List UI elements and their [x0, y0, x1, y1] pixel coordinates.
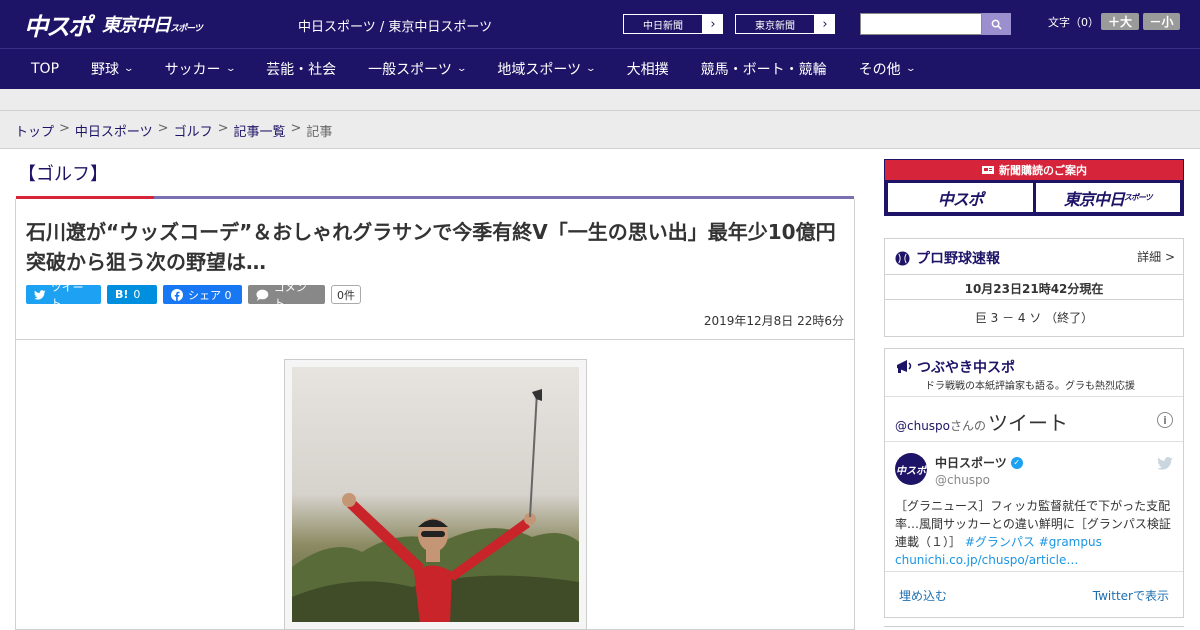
breadcrumb-item[interactable]: トップ [15, 121, 54, 140]
divider [885, 396, 1183, 397]
newspaper-icon [982, 166, 994, 174]
nav-item-8[interactable]: その他 ⌄ [843, 59, 931, 79]
megaphone-icon [897, 360, 912, 373]
tweets-handle[interactable]: @chuspo [895, 419, 950, 433]
tweet-hashtags[interactable]: #グランパス #grampus [965, 535, 1102, 549]
chevron-down-icon: ⌄ [904, 64, 917, 74]
twitter-bird-icon[interactable] [1157, 455, 1173, 474]
ad-heading: 新聞購読のご案内 [885, 160, 1183, 180]
breadcrumb-item[interactable]: 中日スポーツ [75, 121, 153, 140]
chevron-down-icon: ⌄ [455, 64, 468, 74]
pro-baseball-title: プロ野球速報 [895, 248, 1000, 268]
nav-item-2[interactable]: サッカー ⌄ [149, 59, 251, 79]
breadcrumb-item[interactable]: ゴルフ [174, 121, 213, 140]
search-input[interactable] [860, 13, 982, 35]
nav-item-6[interactable]: 大相撲 [611, 59, 685, 79]
tweets-subtitle: ドラ戦戦の本紙評論家も語る。グラも熱烈応援 [925, 381, 1135, 392]
chevron-down-icon: ⌄ [123, 64, 135, 74]
main-nav: TOP 野球 ⌄ サッカー ⌄ 芸能・社会 一般スポーツ ⌄ 地域スポーツ ⌄ 大相撲 競馬・ボート・… [0, 48, 1200, 89]
text-size-bigger-button[interactable]: ＋大 [1101, 13, 1139, 30]
pro-baseball-box: プロ野球速報 詳細 > 10月23日21時42分現在 巨 3 － 4 ソ （終了… [884, 238, 1184, 337]
breadcrumb-item: 記事 [306, 125, 333, 140]
tweet-text: ［グラニュース］フィッカ監督就任で下がった支配率…風間サッカーとの違い鮮明に［グ… [895, 499, 1171, 567]
nav-item-7[interactable]: 競馬・ボート・競輪 [685, 59, 843, 79]
publish-date: 2019年12月8日 22時6分 [703, 314, 844, 328]
divider [885, 299, 1183, 300]
article-headline: 石川遼が“ウッズコーデ”＆おしゃれグラサンで今季有終V「一生の思い出」最年少10… [26, 220, 836, 274]
logo-tokyo-chunichi: 東京中日スポーツ [102, 15, 203, 36]
site-names[interactable]: 中日スポーツ / 東京中日スポーツ [298, 16, 492, 35]
breadcrumb-separator: > [217, 121, 229, 136]
logo-chuspo: 中スポ [24, 12, 92, 41]
facebook-icon [171, 288, 183, 301]
chevron-right-icon: › [815, 14, 835, 34]
breadcrumb-separator: > [290, 121, 302, 136]
divider [0, 110, 1200, 111]
divider [15, 339, 855, 340]
breadcrumb-item[interactable]: 記事一覧 [234, 121, 286, 140]
hatena-icon: B! [115, 288, 129, 301]
category-heading[interactable]: 【ゴルフ】 [18, 160, 108, 186]
breadcrumb-separator: > [157, 121, 169, 136]
chevron-right-icon: › [703, 14, 723, 34]
tokyo-shimbun-button[interactable]: 東京新聞 › [734, 13, 836, 35]
tweet-button[interactable]: ツイート [26, 281, 101, 310]
baseball-detail-link[interactable]: 詳細 > [1137, 248, 1175, 265]
tweet-link[interactable]: chunichi.co.jp/chuspo/article… [895, 553, 1078, 567]
ad-logo-tokyo-chunichi[interactable]: 東京中日 スポーツ [1035, 183, 1180, 212]
comment-button[interactable]: コメント [248, 281, 325, 310]
article-photo-frame [284, 359, 587, 630]
facebook-share-button[interactable]: シェア 0 [163, 285, 242, 304]
site-logo[interactable]: 中スポ 東京中日スポーツ [24, 9, 203, 41]
ad-logo-chuspo[interactable]: 中スポ [888, 183, 1033, 212]
chevron-down-icon: ⌄ [585, 64, 597, 74]
baseball-score[interactable]: 巨 3 － 4 ソ （終了） [885, 309, 1183, 326]
info-icon[interactable]: i [1157, 412, 1173, 428]
verified-badge-icon: ✓ [1010, 456, 1023, 469]
embed-link[interactable]: 埋め込む [899, 587, 947, 604]
nav-item-0[interactable]: TOP [15, 61, 75, 77]
hatena-bookmark-button[interactable]: B! 0 [107, 285, 157, 304]
nav-item-1[interactable]: 野球 ⌄ [75, 59, 149, 79]
breadcrumb-separator: > [59, 121, 70, 136]
chevron-down-icon: ⌄ [224, 64, 236, 74]
divider [885, 441, 1183, 442]
avatar[interactable]: 中スポ [895, 453, 927, 485]
article-photo[interactable] [292, 367, 579, 622]
golfer-illustration [292, 389, 579, 622]
chunichi-shimbun-button[interactable]: 中日新聞 › [622, 13, 724, 35]
text-size-smaller-button[interactable]: －小 [1143, 13, 1180, 30]
top-header: 中スポ 東京中日スポーツ 中日スポーツ / 東京中日スポーツ 中日新聞 › 東京… [0, 0, 1200, 48]
text-size-label: 文字（0） [1048, 16, 1099, 29]
view-on-twitter-link[interactable]: Twitterで表示 [1093, 587, 1169, 604]
baseball-timestamp: 10月23日21時42分現在 [964, 282, 1104, 296]
twitter-widget: つぶやき中スポ ドラ戦戦の本紙評論家も語る。グラも熱烈応援 @chuspo さん… [884, 348, 1184, 618]
baseball-icon [895, 250, 910, 266]
twitter-bird-icon [34, 289, 46, 300]
breadcrumb: トップ > 中日スポーツ > ゴルフ > 記事一覧 > 記事 [15, 121, 332, 140]
comment-bubble-icon [256, 289, 269, 301]
tweet-account-handle[interactable]: @chuspo [935, 473, 990, 487]
divider [885, 571, 1183, 572]
comment-count: 0件 [331, 285, 361, 304]
tweets-header: @chuspo さんの ツイート [895, 411, 1069, 435]
divider [885, 274, 1183, 275]
divider [884, 626, 1184, 630]
nav-item-5[interactable]: 地域スポーツ ⌄ [481, 59, 610, 79]
search-icon [991, 19, 1002, 30]
tweet-account-name[interactable]: 中日スポーツ ✓ [935, 454, 1023, 471]
nav-item-3[interactable]: 芸能・社会 [250, 59, 352, 79]
tweets-title: つぶやき中スポ [895, 357, 1015, 377]
subscription-ad[interactable]: 新聞購読のご案内 中スポ 東京中日 スポーツ [884, 159, 1184, 216]
search-button[interactable] [982, 13, 1011, 35]
nav-item-4[interactable]: 一般スポーツ ⌄ [352, 59, 481, 79]
share-buttons: ツイート B! 0 シェア 0 コメント 0件 [26, 281, 361, 310]
